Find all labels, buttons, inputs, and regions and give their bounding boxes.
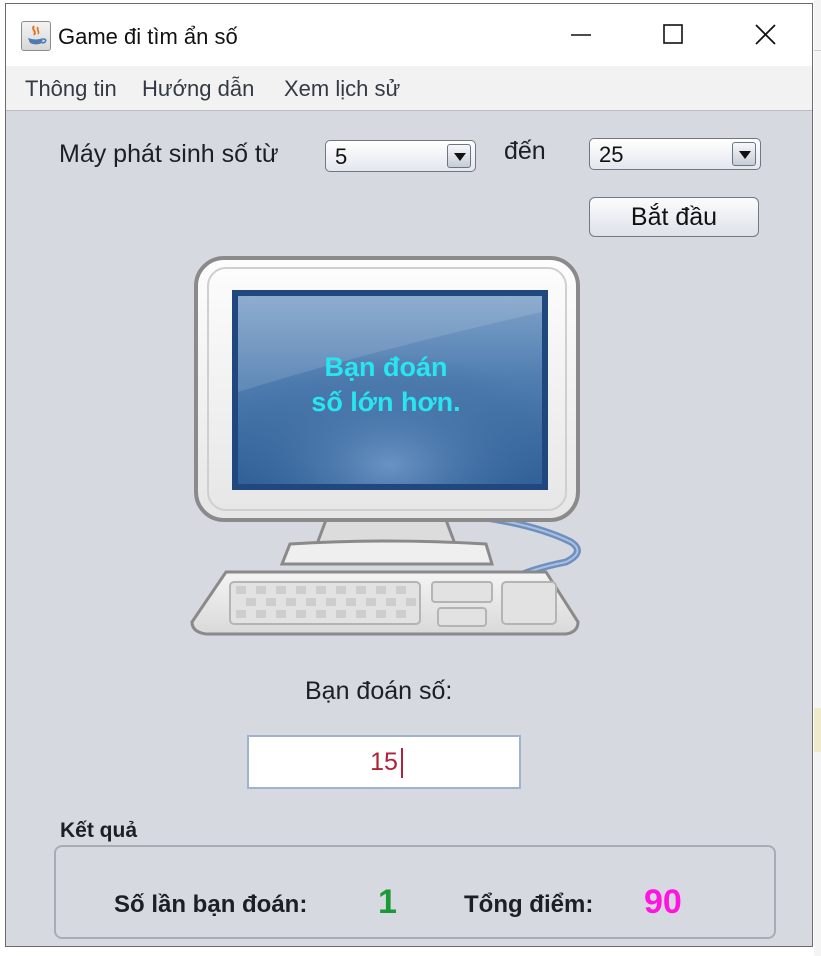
- maximize-icon: [663, 24, 683, 44]
- menu-item-info[interactable]: Thông tin: [25, 76, 117, 102]
- background-divider: [814, 50, 821, 51]
- range-to-value: 25: [599, 142, 624, 167]
- menu-item-history[interactable]: Xem lịch sử: [284, 76, 400, 102]
- attempts-label: Số lần bạn đoán:: [114, 891, 308, 918]
- score-value: 90: [644, 883, 682, 921]
- attempts-value: 1: [378, 883, 397, 921]
- guess-label: Bạn đoán số:: [305, 677, 453, 705]
- background-window-edge: [814, 0, 821, 956]
- hint-line-2: số lớn hơn.: [311, 387, 461, 417]
- result-title: Kết quả: [60, 819, 138, 842]
- maximize-button[interactable]: [628, 4, 720, 66]
- minimize-icon: [571, 34, 591, 36]
- minimize-button[interactable]: [536, 4, 628, 66]
- window-title: Game đi tìm ẩn số: [58, 24, 238, 49]
- menu-bar: Thông tin Hướng dẫn Xem lịch sử: [6, 66, 812, 111]
- range-to-label: đến: [504, 137, 546, 165]
- title-bar[interactable]: Game đi tìm ẩn số: [6, 4, 812, 66]
- range-from-value: 5: [335, 144, 348, 169]
- range-from-label: Máy phát sinh số từ: [59, 140, 279, 168]
- hint-line-1: Bạn đoán: [324, 352, 448, 382]
- guess-input[interactable]: [247, 735, 521, 789]
- range-from-select[interactable]: 5: [325, 140, 476, 172]
- close-icon: [755, 24, 776, 45]
- menu-item-guide[interactable]: Hướng dẫn: [142, 76, 254, 102]
- result-panel: Số lần bạn đoán: 1 Tổng điểm: 90: [54, 845, 776, 939]
- hint-message: Bạn đoán số lớn hơn.: [212, 350, 560, 420]
- game-window: Game đi tìm ẩn số Thông tin Hướng dẫn Xe…: [5, 3, 813, 947]
- range-to-select[interactable]: 25: [589, 138, 761, 170]
- text-caret: [401, 748, 403, 778]
- chevron-down-icon[interactable]: [447, 144, 471, 168]
- score-label: Tổng điểm:: [464, 891, 594, 918]
- computer-illustration-icon: [190, 256, 581, 636]
- close-button[interactable]: [720, 4, 812, 66]
- java-app-icon: [21, 21, 51, 51]
- chevron-down-icon[interactable]: [732, 142, 756, 166]
- start-button[interactable]: Bắt đầu: [589, 197, 759, 237]
- background-highlight: [814, 708, 821, 752]
